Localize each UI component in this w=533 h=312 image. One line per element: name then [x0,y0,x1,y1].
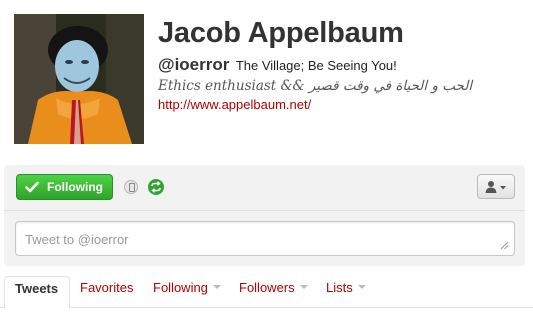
checkmark-icon [25,181,39,193]
profile-handle: @ioerror [158,55,230,74]
tweet-input-placeholder: Tweet to @ioerror [25,232,129,247]
avatar[interactable] [14,14,144,144]
tweet-input[interactable]: Tweet to @ioerror [15,221,515,256]
profile-url-link[interactable]: http://www.appelbaum.net/ [158,97,311,112]
caret-down-icon [299,285,308,289]
tab-favorites[interactable]: Favorites [80,280,133,295]
profile-tagline: The Village; Be Seeing You! [235,58,397,73]
resize-grip-icon[interactable] [500,241,509,250]
tab-following[interactable]: Following [153,280,221,295]
caret-down-icon [357,285,366,289]
tab-lists[interactable]: Lists [326,280,366,295]
tabs-divider [0,307,533,308]
profile-bio: Ethics enthusiast && الحب و الحياة في وق… [158,78,473,94]
tab-tweets-label: Tweets [15,281,59,296]
caret-down-icon [212,285,221,289]
tab-followers-label: Followers [239,280,295,295]
user-actions-dropdown[interactable] [477,174,515,199]
following-button[interactable]: Following [16,174,113,200]
handle-line: @ioerror The Village; Be Seeing You! [158,55,397,75]
device-icon[interactable] [124,180,138,194]
user-dropdown-icon [485,180,506,193]
profile-name: Jacob Appelbaum [158,17,404,49]
retweet-icon[interactable] [148,179,164,195]
tab-lists-label: Lists [326,280,353,295]
tab-following-label: Following [153,280,208,295]
tab-followers[interactable]: Followers [239,280,308,295]
panel-divider [4,210,525,211]
following-button-label: Following [47,180,103,194]
tab-favorites-label: Favorites [80,280,134,295]
tab-tweets[interactable]: Tweets [4,276,70,308]
